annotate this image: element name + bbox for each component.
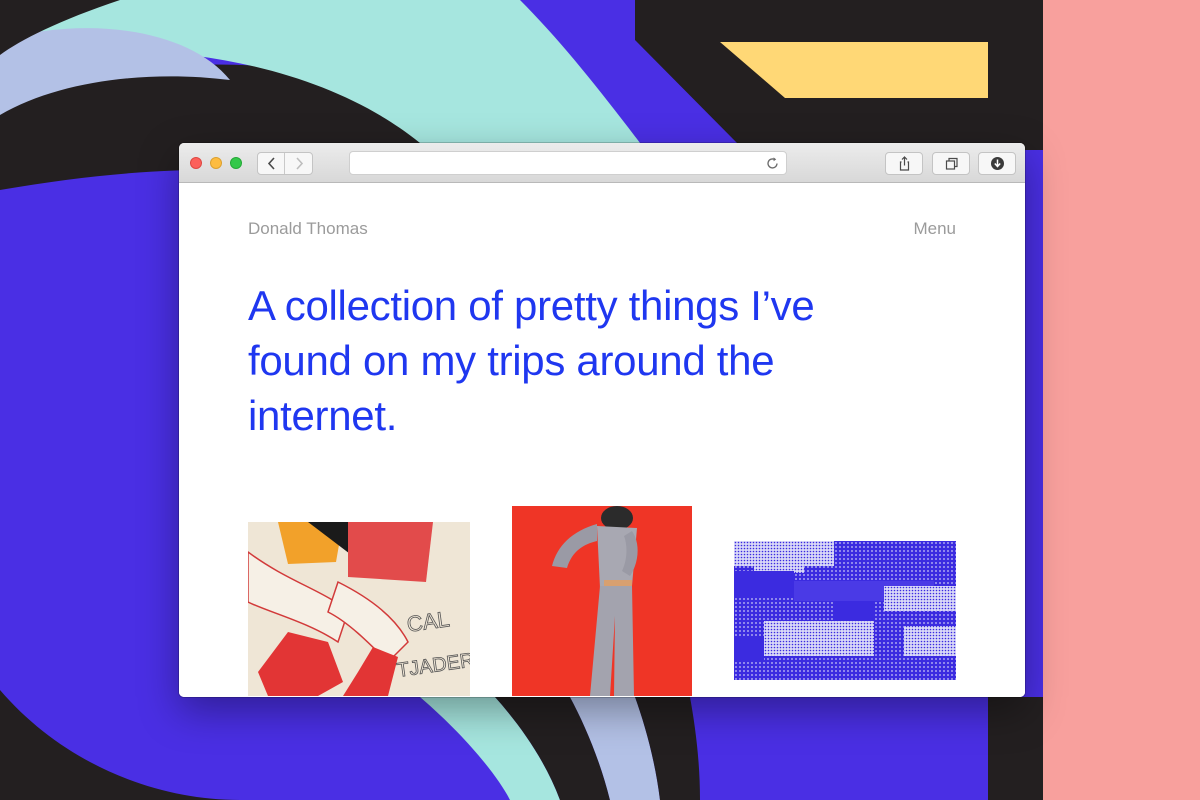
tabs-icon [945, 157, 958, 170]
reload-icon[interactable] [765, 156, 780, 171]
address-bar[interactable] [349, 151, 787, 175]
fashion-photo-illustration [512, 506, 692, 696]
downloads-button[interactable] [978, 152, 1016, 175]
site-name-link[interactable]: Donald Thomas [248, 219, 368, 239]
chevron-left-icon [267, 157, 275, 170]
close-window-button[interactable] [190, 157, 202, 169]
download-icon [990, 157, 1004, 170]
zoom-window-button[interactable] [230, 157, 242, 169]
album-cover-illustration: CAL TJADER [248, 522, 470, 696]
navigation-buttons [257, 152, 313, 175]
forward-button[interactable] [286, 153, 312, 174]
share-button[interactable] [885, 152, 923, 175]
browser-toolbar [179, 143, 1025, 183]
page-headline: A collection of pretty things I’ve found… [248, 282, 815, 439]
web-page: Donald Thomas Menu A collection of prett… [179, 184, 1025, 697]
menu-link[interactable]: Menu [913, 219, 956, 239]
minimize-window-button[interactable] [210, 157, 222, 169]
album-cover-thumbnail[interactable]: CAL TJADER [248, 522, 470, 696]
blue-pattern-illustration [734, 541, 956, 680]
browser-window: Donald Thomas Menu A collection of prett… [179, 143, 1025, 697]
show-tabs-button[interactable] [932, 152, 970, 175]
blue-pattern-thumbnail[interactable] [734, 541, 956, 680]
fashion-photo-thumbnail[interactable] [512, 506, 692, 696]
share-icon [899, 156, 909, 171]
chevron-right-icon [296, 157, 304, 170]
back-button[interactable] [258, 153, 285, 174]
